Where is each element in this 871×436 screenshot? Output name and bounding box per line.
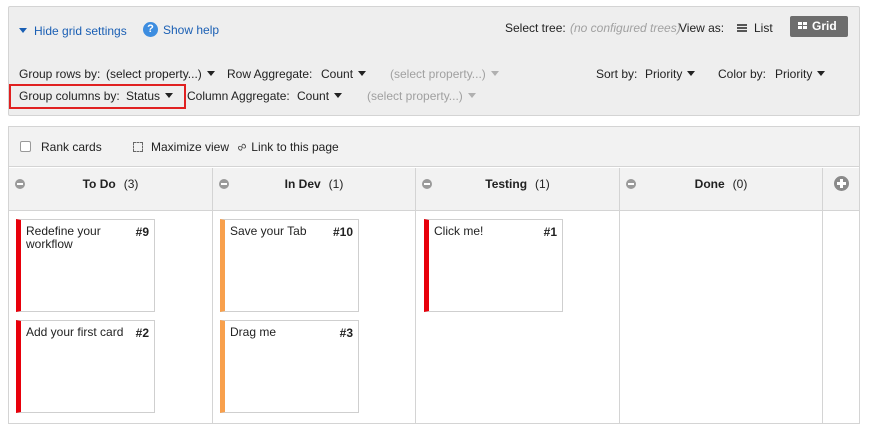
- column-todo: Redefine your workflow #9 Add your first…: [9, 211, 213, 423]
- column-count: (1): [328, 177, 344, 191]
- column-header-todo: To Do (3): [9, 168, 213, 210]
- card-id: #1: [543, 225, 557, 239]
- link-icon: ∞: [233, 137, 250, 156]
- grid-settings-panel: Hide grid settings ? Show help Select tre…: [8, 6, 860, 116]
- maximize-view-button[interactable]: Maximize view: [133, 140, 229, 154]
- column-aggregate-select[interactable]: Count: [297, 89, 343, 103]
- column-title: Done (0): [620, 177, 822, 191]
- column-name: In Dev: [284, 177, 321, 191]
- column-aggregate-label: Column Aggregate:: [187, 89, 290, 103]
- column-aggregate-property-value: (select property...): [367, 89, 463, 103]
- card[interactable]: Click me! #1: [424, 219, 563, 312]
- row-aggregate-value: Count: [321, 67, 354, 81]
- card-id: #3: [339, 326, 353, 340]
- group-columns-select[interactable]: Status: [126, 89, 174, 103]
- column-name: To Do: [82, 177, 116, 191]
- caret-down-icon: [19, 28, 27, 34]
- grid-view-button[interactable]: Grid: [790, 16, 848, 37]
- column-title: To Do (3): [9, 177, 212, 191]
- column-title: Testing (1): [416, 177, 619, 191]
- color-by-select[interactable]: Priority: [775, 67, 826, 81]
- row-aggregate-select[interactable]: Count: [321, 67, 367, 81]
- card-id: #2: [135, 326, 149, 340]
- list-view-label: List: [754, 21, 773, 35]
- caret-down-icon: [817, 71, 826, 77]
- column-name: Done: [694, 177, 725, 191]
- card-id: #10: [332, 225, 353, 239]
- rank-cards-label: Rank cards: [41, 140, 102, 154]
- group-rows-select[interactable]: (select property...): [106, 67, 215, 81]
- link-to-page-button[interactable]: ∞ Link to this page: [233, 137, 339, 156]
- column-count: (1): [535, 177, 550, 191]
- select-tree-value[interactable]: (no configured trees): [570, 21, 681, 35]
- caret-down-icon: [206, 71, 215, 77]
- rank-cards-checkbox[interactable]: [20, 141, 31, 153]
- maximize-view-label: Maximize view: [151, 140, 230, 154]
- column-header-done: Done (0): [620, 168, 823, 210]
- group-columns-value: Status: [126, 89, 161, 103]
- column-count: (3): [123, 177, 139, 191]
- column-name: Testing: [485, 177, 528, 191]
- show-help-label: Show help: [163, 23, 220, 37]
- column-done: [620, 211, 823, 423]
- column-testing: Click me! #1: [416, 211, 620, 423]
- caret-down-icon: [490, 71, 499, 77]
- row-aggregate-property-select[interactable]: (select property...): [390, 67, 499, 81]
- column-header-in-dev: In Dev (1): [213, 168, 416, 210]
- hide-grid-settings-label: Hide grid settings: [34, 24, 127, 38]
- list-view-button[interactable]: List: [737, 21, 773, 35]
- group-rows-label: Group rows by:: [19, 67, 101, 81]
- view-as-label: View as:: [679, 21, 725, 35]
- card[interactable]: Add your first card #2: [16, 320, 155, 413]
- column-aggregate-value: Count: [297, 89, 330, 103]
- color-by-value: Priority: [775, 67, 813, 81]
- caret-down-icon: [467, 93, 476, 99]
- sort-by-select[interactable]: Priority: [645, 67, 696, 81]
- caret-down-icon: [165, 93, 174, 99]
- row-aggregate-property-value: (select property...): [390, 67, 486, 81]
- caret-down-icon: [358, 71, 367, 77]
- sort-by-value: Priority: [645, 67, 683, 81]
- group-columns-label: Group columns by:: [19, 89, 120, 103]
- maximize-icon: [133, 141, 143, 152]
- card-title: Drag me: [230, 325, 277, 339]
- column-count: (0): [732, 177, 748, 191]
- link-to-page-label: Link to this page: [251, 140, 339, 154]
- help-icon: ?: [143, 22, 158, 38]
- card-title: Add your first card: [26, 325, 124, 339]
- add-column-icon[interactable]: [834, 176, 849, 191]
- grid-view-label: Grid: [812, 19, 837, 33]
- card-title: Click me!: [434, 224, 484, 238]
- board-toolbar: Rank cards Maximize view ∞ Link to this p…: [9, 127, 859, 167]
- color-by-label: Color by:: [718, 67, 767, 81]
- column-aggregate-property-select[interactable]: (select property...): [367, 89, 476, 103]
- row-aggregate-label: Row Aggregate:: [227, 67, 313, 81]
- card[interactable]: Redefine your workflow #9: [16, 219, 155, 312]
- rank-cards-toggle[interactable]: Rank cards: [20, 140, 102, 154]
- column-header-testing: Testing (1): [416, 168, 620, 210]
- column-in-dev: Save your Tab #10 Drag me #3: [213, 211, 416, 423]
- hide-grid-settings-link[interactable]: Hide grid settings: [19, 24, 127, 38]
- kanban-board: Rank cards Maximize view ∞ Link to this p…: [8, 126, 860, 424]
- card-id: #9: [135, 225, 149, 239]
- card[interactable]: Save your Tab #10: [220, 219, 359, 312]
- select-tree-label: Select tree:: [505, 21, 566, 35]
- column-title: In Dev (1): [213, 177, 415, 191]
- caret-down-icon: [334, 93, 343, 99]
- group-rows-value: (select property...): [106, 67, 202, 81]
- show-help-link[interactable]: ? Show help: [143, 22, 220, 38]
- list-icon: [737, 23, 747, 32]
- card-title: Save your Tab: [230, 224, 307, 238]
- grid-icon: [798, 22, 807, 30]
- sort-by-label: Sort by:: [596, 67, 638, 81]
- caret-down-icon: [687, 71, 696, 77]
- card[interactable]: Drag me #3: [220, 320, 359, 413]
- column-headers: To Do (3) In Dev (1) Testing (1) Done (0): [9, 168, 859, 211]
- card-title: Redefine your workflow: [26, 224, 101, 251]
